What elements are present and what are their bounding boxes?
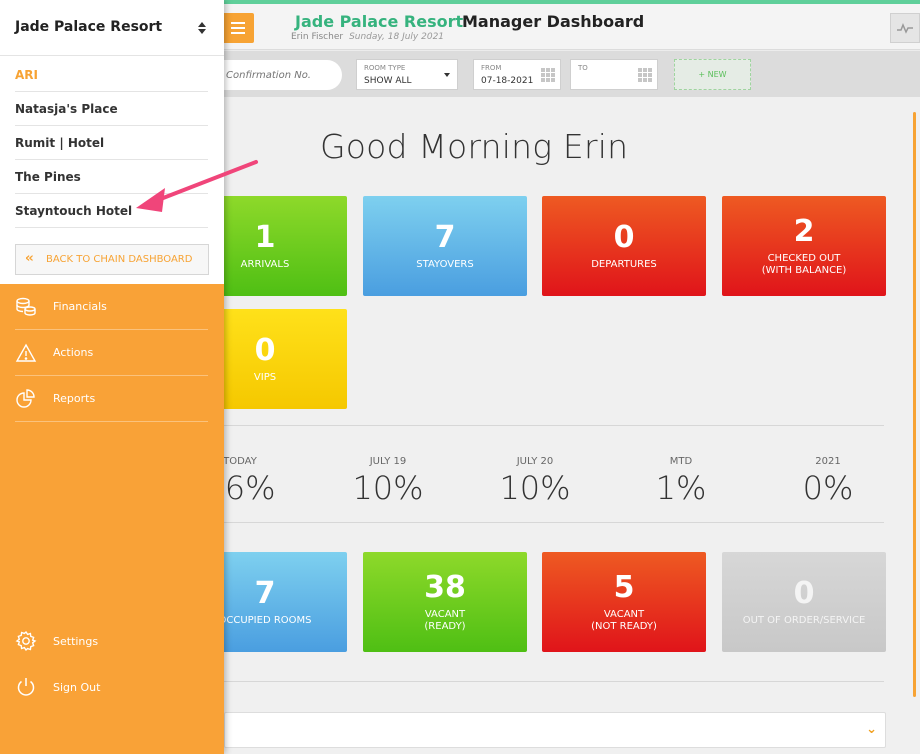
stat-value: 0% (802, 469, 854, 507)
departures-tile[interactable]: 0 DEPARTURES (542, 196, 706, 296)
sidebar-item-label: Actions (53, 346, 94, 359)
sidebar-item-label: Financials (53, 300, 107, 313)
new-reservation-button[interactable]: + NEW (674, 59, 751, 90)
scrollbar[interactable] (913, 112, 916, 697)
back-to-chain-dashboard-button[interactable]: ‹‹ BACK TO CHAIN DASHBOARD (15, 244, 209, 275)
dropdown-caret-icon (444, 73, 450, 77)
tile-label: OUT OF ORDER/SERVICE (742, 615, 866, 626)
current-date: Sunday, 18 July 2021 (349, 32, 445, 42)
activity-graph-button[interactable] (890, 13, 920, 43)
menu-bar-icon (231, 32, 245, 34)
sidebar-item-label: Sign Out (53, 680, 101, 694)
tile-count: 0 (793, 576, 815, 611)
collapsed-panel[interactable]: ⌄ (224, 712, 886, 748)
stat-value: 10% (499, 469, 571, 507)
pie-chart-icon (15, 388, 37, 410)
sidebar: Jade Palace Resort ARI Natasja's Place R… (0, 0, 224, 754)
section-divider (224, 522, 884, 523)
from-date-label: FROM (481, 64, 502, 72)
vacant-not-ready-tile[interactable]: 5 VACANT (NOT READY) (542, 552, 706, 652)
tile-label: VACANT (NOT READY) (591, 609, 657, 632)
stat-label: JULY 20 (516, 456, 554, 467)
tile-label: VACANT (READY) (424, 609, 466, 632)
stat-label: JULY 19 (369, 456, 407, 467)
to-date-label: TO (578, 64, 588, 72)
property-item-rumit-hotel[interactable]: Rumit | Hotel (15, 126, 208, 160)
double-chevron-left-icon: ‹‹ (25, 251, 34, 266)
tile-count: 0 (254, 333, 276, 368)
stat-value: 1% (655, 469, 707, 507)
tile-count: 7 (434, 220, 456, 255)
sort-arrows-icon (198, 22, 206, 34)
activity-graph-icon (897, 23, 913, 34)
occupancy-stat-mtd: MTD 1% (621, 456, 741, 507)
out-of-order-tile[interactable]: 0 OUT OF ORDER/SERVICE (722, 552, 886, 652)
tile-label: VIPS (253, 372, 277, 383)
greeting: Good Morning Erin (320, 127, 629, 166)
calendar-icon (541, 68, 555, 82)
user-name: Erin Fischer (291, 32, 344, 42)
back-button-label: BACK TO CHAIN DASHBOARD (46, 254, 193, 265)
tile-count: 38 (424, 570, 466, 605)
sidebar-item-actions[interactable]: Actions (15, 330, 208, 376)
tile-label: ARRIVALS (240, 259, 290, 270)
stayovers-tile[interactable]: 7 STAYOVERS (363, 196, 527, 296)
checked-out-tile[interactable]: 2 CHECKED OUT (WITH BALANCE) (722, 196, 886, 296)
tile-count: 7 (254, 576, 276, 611)
stat-label: MTD (669, 456, 693, 467)
power-icon (15, 676, 37, 698)
property-item-ari[interactable]: ARI (15, 58, 208, 92)
occupancy-stat-year: 2021 0% (768, 456, 888, 507)
room-type-select[interactable]: ROOM TYPE SHOW ALL (356, 59, 458, 90)
tile-count: 5 (613, 570, 635, 605)
double-chevron-down-icon[interactable]: ⌄ (866, 722, 877, 737)
user-info: Erin Fischer Sunday, 18 July 2021 (291, 32, 444, 42)
sidebar-item-financials[interactable]: Financials (15, 284, 208, 330)
vacant-ready-tile[interactable]: 38 VACANT (READY) (363, 552, 527, 652)
tile-label: OCCUPIED ROOMS (218, 615, 312, 626)
tile-count: 1 (254, 220, 276, 255)
hotel-title: Jade Palace Resort (295, 12, 464, 31)
property-item-natasjas-place[interactable]: Natasja's Place (15, 92, 208, 126)
room-type-value: SHOW ALL (364, 76, 412, 86)
sidebar-item-settings[interactable]: Settings (15, 618, 208, 664)
hamburger-menu-button[interactable] (222, 13, 254, 43)
stat-value: 10% (352, 469, 424, 507)
tile-label: DEPARTURES (591, 259, 657, 270)
warning-icon (15, 342, 37, 364)
tile-label: CHECKED OUT (WITH BALANCE) (761, 253, 847, 276)
tile-label: STAYOVERS (416, 259, 474, 270)
occupancy-stat-july20: JULY 20 10% (475, 456, 595, 507)
calendar-icon (638, 68, 652, 82)
sidebar-item-reports[interactable]: Reports (15, 376, 208, 422)
section-divider (224, 681, 884, 682)
property-item-the-pines[interactable]: The Pines (15, 160, 208, 194)
sidebar-item-sign-out[interactable]: Sign Out (15, 664, 208, 710)
from-date-value: 07-18-2021 (481, 76, 534, 86)
sidebar-item-label: Settings (53, 634, 99, 648)
property-list: ARI Natasja's Place Rumit | Hotel The Pi… (15, 58, 208, 228)
property-item-stayntouch-hotel[interactable]: Stayntouch Hotel (15, 194, 208, 228)
coins-icon (15, 296, 37, 318)
from-date-field[interactable]: FROM 07-18-2021 (473, 59, 561, 90)
menu-bar-icon (231, 27, 245, 29)
room-type-label: ROOM TYPE (364, 64, 406, 72)
occupancy-stat-july19: JULY 19 10% (328, 456, 448, 507)
tile-count: 2 (793, 214, 815, 249)
section-divider (224, 425, 884, 426)
sidebar-item-label: Reports (53, 392, 96, 405)
chain-name: Jade Palace Resort (15, 19, 163, 35)
to-date-field[interactable]: TO (570, 59, 658, 90)
menu-bar-icon (231, 22, 245, 24)
stat-label: 2021 (815, 456, 841, 467)
page-title: Manager Dashboard (462, 12, 645, 31)
chain-selector[interactable]: Jade Palace Resort (0, 0, 224, 56)
tile-count: 0 (613, 220, 635, 255)
gear-icon (15, 630, 37, 652)
